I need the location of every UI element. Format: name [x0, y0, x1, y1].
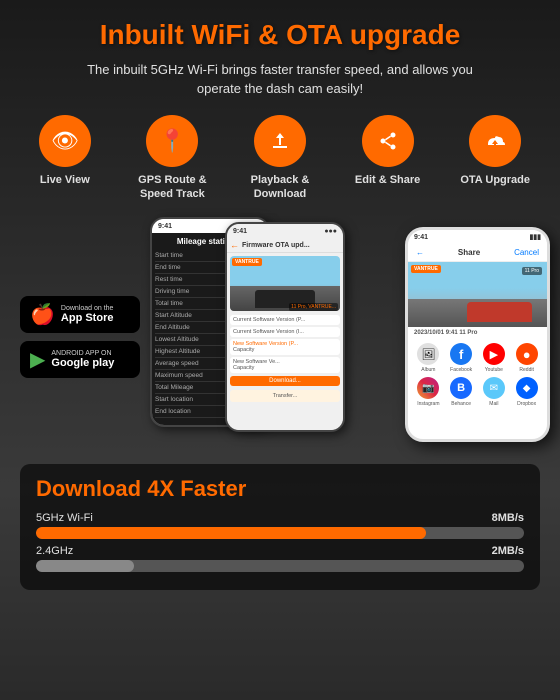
- ota-icon: [469, 115, 521, 167]
- speed-bar-24ghz: 2.4GHz 2MB/s: [36, 545, 524, 572]
- features-row: 👁 Live View 📍 GPS Route & Speed Track Pl…: [20, 115, 540, 202]
- share-mail[interactable]: ✉ Mail: [480, 377, 509, 407]
- share-dropbox[interactable]: ◆ Dropbox: [512, 377, 541, 407]
- phone3-time: 9:41: [414, 234, 428, 241]
- phones-stores-section: 🍎 Download on the App Store ▶ ANDROID AP…: [20, 217, 540, 447]
- current-version-row1: Current Software Version (P...: [230, 315, 340, 325]
- phone-share: 9:41 ▮▮▮ ← Share Cancel VANTRUE: [405, 227, 550, 442]
- ota-title: Firmware OTA upd...: [242, 242, 310, 249]
- ota-label: OTA Upgrade: [460, 173, 530, 187]
- edit-share-label: Edit & Share: [355, 173, 420, 187]
- share-image-preview: VANTRUE 11 Pro: [408, 262, 547, 327]
- new-version-row2: New Software Ve... Capacity: [230, 357, 340, 373]
- dropbox-icon: ◆: [516, 377, 538, 399]
- google-play-button[interactable]: ▶ ANDROID APP ON Google play: [20, 341, 140, 378]
- google-play-icon: ▶: [30, 347, 45, 372]
- current-version-row2: Current Software Version (I...: [230, 327, 340, 337]
- speed-title-prefix: Download: [36, 476, 147, 501]
- app-store-button[interactable]: 🍎 Download on the App Store: [20, 296, 140, 333]
- mail-label: Mail: [489, 401, 498, 407]
- subtitle: The inbuilt 5GHz Wi-Fi brings faster tra…: [70, 60, 490, 99]
- ota-transfer-section: Transfer...: [230, 390, 340, 402]
- car-in-share: [467, 302, 532, 322]
- phone2-status-bar: 9:41●●●: [227, 224, 343, 238]
- app-store-sub: Download on the: [61, 305, 114, 312]
- gps-route-icon: 📍: [146, 115, 198, 167]
- app-store-name: App Store: [61, 312, 114, 325]
- reddit-icon: ●: [516, 343, 538, 365]
- wifi-24ghz-label: 2.4GHz: [36, 545, 73, 557]
- wifi-5ghz-fill: [36, 527, 426, 539]
- playback-icon: [254, 115, 306, 167]
- car-label: 11 Pro, VANTRUE...: [289, 303, 338, 311]
- mail-icon: ✉: [483, 377, 505, 399]
- album-label: Album: [421, 367, 435, 373]
- share-facebook[interactable]: f Facebook: [447, 343, 476, 373]
- vantrue-logo-share: VANTRUE: [411, 265, 441, 273]
- wifi-5ghz-track: [36, 527, 524, 539]
- phone3-status-bar: 9:41 ▮▮▮: [408, 230, 547, 244]
- ota-download-button[interactable]: Download...: [230, 376, 340, 386]
- behance-icon: B: [450, 377, 472, 399]
- share-cancel-button[interactable]: Cancel: [514, 248, 539, 257]
- store-buttons: 🍎 Download on the App Store ▶ ANDROID AP…: [20, 217, 140, 447]
- behance-label: Behance: [451, 401, 471, 407]
- live-view-label: Live View: [40, 173, 90, 187]
- new-version-row1: New Software Version (P... Capacity: [230, 339, 340, 355]
- feature-gps-route: 📍 GPS Route & Speed Track: [128, 115, 218, 202]
- facebook-icon: f: [450, 343, 472, 365]
- facebook-label: Facebook: [450, 367, 472, 373]
- wifi-5ghz-label: 5GHz Wi-Fi: [36, 512, 93, 524]
- share-date: 2023/10/01 9:41 11 Pro: [408, 327, 547, 339]
- instagram-icon: 📷: [417, 377, 439, 399]
- capacity-label2: Capacity: [233, 365, 254, 371]
- vantrue-logo: VANTRUE: [232, 258, 262, 266]
- share-reddit[interactable]: ● Reddit: [512, 343, 541, 373]
- playback-label: Playback & Download: [235, 173, 325, 202]
- speed-title-suffix: Faster: [174, 476, 246, 501]
- speed-bar-5ghz: 5GHz Wi-Fi 8MB/s: [36, 512, 524, 539]
- wifi-24ghz-value: 2MB/s: [492, 545, 524, 557]
- share-icons-row2: 📷 Instagram B Behance ✉ Mail ◆: [408, 377, 547, 411]
- share-back-icon: ←: [416, 248, 424, 257]
- reddit-label: Reddit: [519, 367, 533, 373]
- youtube-label: Youtube: [485, 367, 503, 373]
- wifi-24ghz-fill: [36, 560, 134, 572]
- speed-section: Download 4X Faster 5GHz Wi-Fi 8MB/s 2.4G…: [20, 464, 540, 590]
- share-header: ← Share Cancel: [408, 244, 547, 262]
- instagram-label: Instagram: [417, 401, 439, 407]
- main-title: Inbuilt WiFi & OTA upgrade: [100, 18, 461, 52]
- main-content: Inbuilt WiFi & OTA upgrade The inbuilt 5…: [0, 0, 560, 600]
- wifi-5ghz-value: 8MB/s: [492, 512, 524, 524]
- share-instagram[interactable]: 📷 Instagram: [414, 377, 443, 407]
- apple-icon: 🍎: [30, 302, 55, 327]
- share-camera-label: 11 Pro: [522, 267, 542, 275]
- speed-4x-highlight: 4X: [147, 476, 174, 501]
- live-view-icon: 👁: [39, 115, 91, 167]
- ota-header: ← Firmware OTA upd...: [227, 238, 343, 253]
- speed-title: Download 4X Faster: [36, 476, 524, 502]
- phones-stack: 9:41●●● Mileage statistics Start time 20…: [150, 217, 540, 447]
- feature-edit-share: Edit & Share: [343, 115, 433, 202]
- youtube-icon: ▶: [483, 343, 505, 365]
- share-title: Share: [458, 248, 480, 257]
- gps-route-label: GPS Route & Speed Track: [128, 173, 218, 202]
- google-play-sub: ANDROID APP ON: [51, 350, 114, 357]
- feature-playback: Playback & Download: [235, 115, 325, 202]
- dropbox-label: Dropbox: [517, 401, 536, 407]
- wifi-24ghz-track: [36, 560, 524, 572]
- album-icon: 🖼: [417, 343, 439, 365]
- share-icons-row1: 🖼 Album f Facebook ▶ Youtube ●: [408, 339, 547, 377]
- phone-ota: 9:41●●● ← Firmware OTA upd... VANTRUE 11…: [225, 222, 345, 432]
- back-arrow-icon: ←: [230, 240, 239, 250]
- ota-car-image: VANTRUE 11 Pro, VANTRUE...: [230, 256, 340, 311]
- capacity-label: Capacity: [233, 347, 254, 353]
- share-album: 🖼 Album: [414, 343, 443, 373]
- google-play-name: Google play: [51, 357, 114, 370]
- edit-share-icon: [362, 115, 414, 167]
- share-behance[interactable]: B Behance: [447, 377, 476, 407]
- feature-live-view: 👁 Live View: [20, 115, 110, 202]
- feature-ota: OTA Upgrade: [450, 115, 540, 202]
- share-youtube[interactable]: ▶ Youtube: [480, 343, 509, 373]
